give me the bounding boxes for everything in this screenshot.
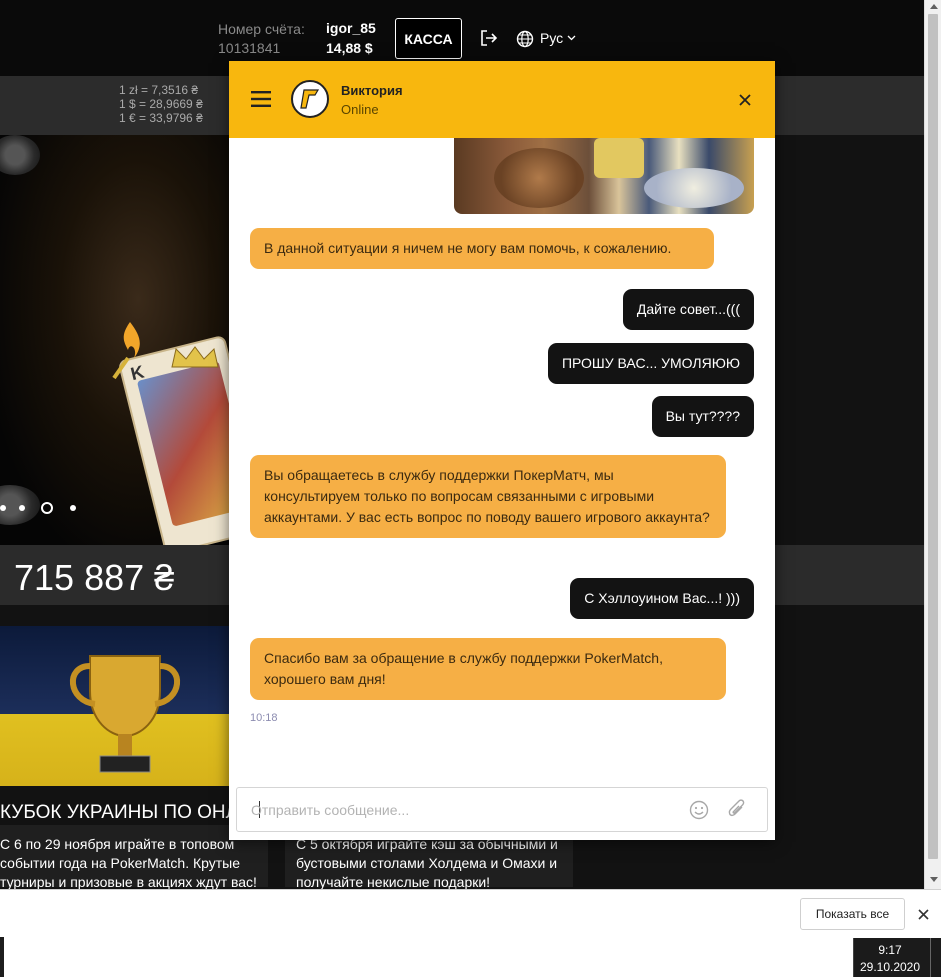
kassa-button[interactable]: КАССА — [395, 18, 462, 59]
carousel-dot[interactable] — [0, 505, 6, 511]
language-selector[interactable]: Рус — [540, 30, 563, 46]
agent-name: Виктория — [341, 83, 403, 98]
clock-time: 9:17 — [878, 943, 902, 957]
downloads-bar: Показать все — [0, 889, 941, 937]
crown-icon — [171, 346, 219, 368]
rate-pln: 1 zł = 7,3516 ₴ — [119, 83, 199, 97]
rate-eur: 1 € = 33,9796 ₴ — [119, 111, 203, 125]
promo-image-cup[interactable] — [0, 626, 230, 786]
promo-line: С 6 по 29 ноября играйте в топовом — [0, 836, 235, 852]
system-clock[interactable]: 9:17 29.10.2020 — [853, 938, 941, 977]
scrollbar-thumb[interactable] — [928, 14, 938, 859]
rate-usd: 1 $ = 28,9669 ₴ — [119, 97, 203, 111]
os-taskbar — [0, 937, 941, 977]
taskbar-edge — [0, 937, 4, 977]
promo-line: бустовыми столами Холдема и Омахи и — [296, 855, 558, 871]
jackpot-panel: 715 887 ₴ — [0, 545, 230, 605]
chat-messages[interactable]: В данной ситуации я ничем не могу вам по… — [229, 138, 775, 778]
jackpot-panel-right — [775, 545, 924, 605]
torch-icon — [112, 322, 140, 380]
close-icon[interactable] — [918, 909, 929, 920]
agent-message: Вы обращаетесь в службу поддержки ПокерМ… — [250, 455, 726, 538]
browser-viewport: Номер счёта: 10131841 igor_85 14,88 $ КА… — [0, 0, 941, 977]
agent-message: В данной ситуации я ничем не могу вам по… — [250, 228, 714, 269]
promo-banner[interactable]: K — [0, 135, 230, 545]
account-number: 10131841 — [218, 40, 281, 56]
agent-avatar — [291, 80, 329, 118]
close-icon[interactable] — [738, 93, 752, 107]
promo-description: С 5 октября играйте кэш за обычными и бу… — [296, 835, 576, 892]
globe-icon[interactable] — [516, 30, 534, 48]
show-all-button[interactable]: Показать все — [800, 898, 905, 930]
brand-logo-icon — [300, 89, 320, 109]
shared-photo[interactable] — [454, 138, 754, 214]
user-message: С Хэллоуином Вас...! ))) — [570, 578, 754, 619]
page-scrollbar[interactable] — [924, 0, 941, 889]
agent-message: Спасибо вам за обращение в службу поддер… — [250, 638, 726, 700]
trophy-icon — [70, 655, 180, 773]
carousel-dot-active[interactable] — [41, 502, 53, 514]
jackpot-value: 715 887 ₴ — [14, 557, 175, 598]
user-message: Вы тут???? — [651, 396, 754, 437]
username[interactable]: igor_85 — [326, 20, 376, 36]
carousel-dot[interactable] — [19, 505, 25, 511]
clock-date: 29.10.2020 — [859, 960, 921, 974]
user-message: ПРОШУ ВАС... УМОЛЯЮЮ — [547, 343, 754, 384]
hamburger-menu-icon[interactable] — [251, 91, 271, 107]
chevron-down-icon[interactable] — [567, 35, 576, 41]
carousel-dot[interactable] — [70, 505, 76, 511]
chat-header: Виктория Online — [229, 61, 775, 138]
account-label: Номер счёта: — [218, 21, 305, 37]
promo-description: С 6 по 29 ноября играйте в топовом событ… — [0, 835, 268, 892]
scroll-down-icon[interactable] — [930, 877, 938, 882]
message-input[interactable] — [251, 801, 681, 819]
paperclip-icon[interactable] — [727, 799, 747, 821]
emoji-icon[interactable] — [689, 800, 709, 820]
logout-icon[interactable] — [480, 29, 498, 47]
support-chat-window: Виктория Online В данной ситуации я ниче… — [229, 61, 775, 840]
scroll-up-icon[interactable] — [930, 4, 938, 9]
promo-line: событии года на PokerMatch. Крутые — [0, 855, 241, 871]
promo-title[interactable]: КУБОК УКРАИНЫ ПО ОНЛ — [0, 802, 230, 824]
show-desktop-button[interactable] — [930, 938, 931, 977]
agent-status: Online — [341, 102, 379, 117]
message-composer — [236, 787, 768, 832]
message-timestamp: 10:18 — [250, 712, 278, 724]
user-message: Дайте совет...((( — [622, 289, 754, 330]
poker-chip — [0, 135, 40, 175]
balance: 14,88 $ — [326, 40, 373, 56]
